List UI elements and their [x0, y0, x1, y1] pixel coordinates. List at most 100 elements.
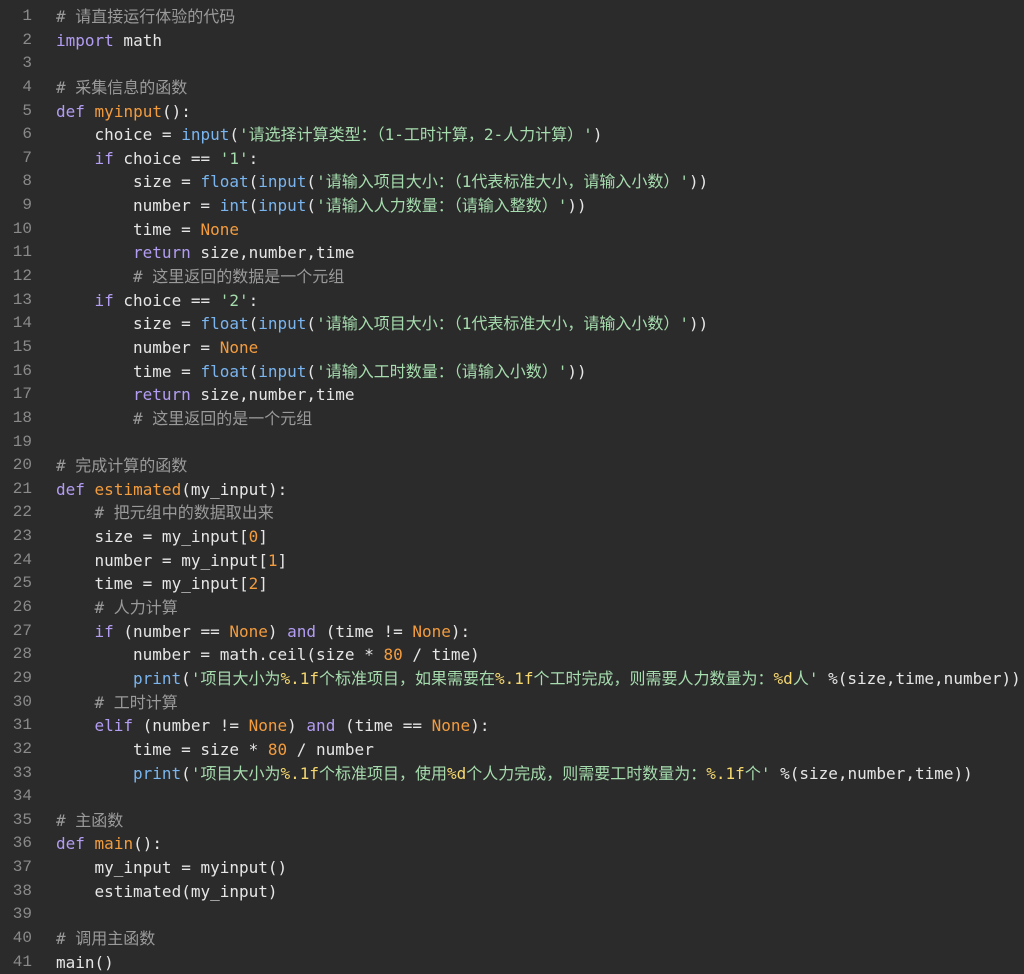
code-token: (time ==	[335, 716, 432, 736]
code-line[interactable]: 22 # 把元组中的数据取出来	[0, 501, 1024, 525]
code-token: None	[412, 621, 451, 641]
code-line[interactable]: 36 def main():	[0, 832, 1024, 856]
code-text: time = size * 80 / number	[133, 738, 374, 762]
code-line[interactable]: 13 if choice == '2':	[0, 289, 1024, 313]
code-text: main()	[56, 951, 114, 974]
code-token: / number	[287, 739, 374, 759]
code-line[interactable]: 39	[0, 903, 1024, 927]
code-line[interactable]: 12 # 这里返回的数据是一个元组	[0, 265, 1024, 289]
code-token: ]	[258, 527, 268, 547]
code-token: float	[200, 172, 249, 192]
code-token: if	[94, 148, 114, 168]
code-text: return size,number,time	[133, 383, 355, 407]
code-text: return size,number,time	[133, 241, 355, 265]
code-token: 80	[383, 645, 403, 665]
code-token: 个标准项目，如果需要在	[318, 668, 495, 688]
code-line[interactable]: 19	[0, 431, 1024, 455]
line-number: 17	[12, 385, 32, 404]
code-line[interactable]: 7 if choice == '1':	[0, 147, 1024, 171]
code-line[interactable]: 35 # 主函数	[0, 809, 1024, 833]
code-line[interactable]: 10 time = None	[0, 218, 1024, 242]
code-token: (	[181, 763, 191, 783]
code-token: (	[248, 361, 259, 381]
code-token: choice ==	[113, 290, 220, 310]
code-line[interactable]: 3	[0, 52, 1024, 76]
code-token: (number ==	[113, 621, 230, 641]
code-line[interactable]: 27 if (number == None) and (time != None)…	[0, 620, 1024, 644]
code-token: and	[287, 621, 317, 641]
code-line[interactable]: 37 my_input = myinput()	[0, 856, 1024, 880]
code-line[interactable]: 9 number = int(input('请输入人力数量：（请输入整数）'))	[0, 194, 1024, 218]
code-token: # 主函数	[56, 810, 124, 830]
code-token: number = my_input[	[94, 550, 268, 570]
code-token: (time !=	[316, 621, 413, 641]
code-token: time = size *	[133, 739, 268, 759]
code-token: None	[200, 219, 239, 239]
code-line[interactable]: 40 # 调用主函数	[0, 927, 1024, 951]
code-line[interactable]: 32 time = size * 80 / number	[0, 738, 1024, 762]
line-number: 28	[12, 645, 32, 664]
code-line[interactable]: 4 # 采集信息的函数	[0, 76, 1024, 100]
code-line[interactable]: 23 size = my_input[0]	[0, 525, 1024, 549]
code-line[interactable]: 29 print('项目大小为%.1f个标准项目，如果需要在%.1f个工时完成，则…	[0, 667, 1024, 691]
line-number: 11	[12, 243, 32, 262]
line-number: 8	[22, 172, 32, 191]
line-number: 38	[12, 881, 32, 900]
code-line[interactable]: 25 time = my_input[2]	[0, 572, 1024, 596]
code-token: float	[200, 314, 249, 334]
line-number: 20	[12, 456, 32, 475]
code-line[interactable]: 2 import math	[0, 29, 1024, 53]
line-number: 7	[22, 148, 32, 167]
code-line[interactable]: 15 number = None	[0, 336, 1024, 360]
line-number: 36	[12, 834, 32, 853]
code-line[interactable]: 38 estimated(my_input)	[0, 880, 1024, 904]
code-line[interactable]: 34	[0, 785, 1024, 809]
code-token: print	[133, 668, 182, 688]
code-line[interactable]: 31 elif (number != None) and (time == Non…	[0, 714, 1024, 738]
code-token: )	[592, 125, 603, 145]
code-line[interactable]: 11 return size,number,time	[0, 241, 1024, 265]
code-line[interactable]: 33 print('项目大小为%.1f个标准项目，使用%d个人力完成，则需要工时数…	[0, 762, 1024, 786]
code-token: # 工时计算	[94, 692, 178, 712]
code-token: ():	[161, 101, 191, 121]
code-token: %.1f	[495, 668, 534, 688]
line-number: 37	[12, 858, 32, 877]
code-line[interactable]: 17 return size,number,time	[0, 383, 1024, 407]
code-text: time = None	[133, 218, 239, 242]
code-token: (my_input):	[181, 479, 288, 499]
line-number: 32	[12, 739, 32, 758]
code-text: print('项目大小为%.1f个标准项目，如果需要在%.1f个工时完成，则需要…	[133, 667, 1021, 691]
line-number: 16	[12, 361, 32, 380]
code-line[interactable]: 30 # 工时计算	[0, 691, 1024, 715]
line-number: 3	[22, 54, 32, 73]
code-token: None	[219, 337, 259, 357]
code-token: ):	[450, 621, 471, 641]
code-text: size = float(input('请输入项目大小：（1代表标准大小，请输入…	[133, 312, 708, 336]
code-token: time =	[133, 219, 201, 239]
code-line[interactable]: 16 time = float(input('请输入工时数量：（请输入小数）'))	[0, 360, 1024, 384]
code-token: ]	[258, 574, 268, 594]
code-line[interactable]: 28 number = math.ceil(size * 80 / time)	[0, 643, 1024, 667]
code-text: number = my_input[1]	[95, 549, 288, 573]
code-token: input	[258, 172, 307, 192]
code-line[interactable]: 8 size = float(input('请输入项目大小：（1代表标准大小，请输…	[0, 170, 1024, 194]
code-line[interactable]: 18 # 这里返回的是一个元组	[0, 407, 1024, 431]
code-token: 个人力完成，则需要工时数量为：	[466, 763, 707, 783]
code-line[interactable]: 5 def myinput():	[0, 100, 1024, 124]
code-line[interactable]: 6 choice = input('请选择计算类型：（1-工时计算，2-人力计算）…	[0, 123, 1024, 147]
code-token: (	[248, 196, 259, 216]
code-line[interactable]: 20 # 完成计算的函数	[0, 454, 1024, 478]
code-token: %(size,number,time))	[770, 763, 973, 783]
code-line[interactable]: 1 # 请直接运行体验的代码	[0, 5, 1024, 29]
code-line[interactable]: 41 main()	[0, 951, 1024, 974]
code-text: # 请直接运行体验的代码	[56, 5, 235, 29]
line-number: 6	[22, 125, 32, 144]
code-line[interactable]: 21 def estimated(my_input):	[0, 478, 1024, 502]
code-line[interactable]: 14 size = float(input('请输入项目大小：（1代表标准大小，请…	[0, 312, 1024, 336]
code-token: # 采集信息的函数	[56, 77, 188, 97]
code-line[interactable]: 26 # 人力计算	[0, 596, 1024, 620]
code-line[interactable]: 24 number = my_input[1]	[0, 549, 1024, 573]
code-token: :	[248, 290, 259, 310]
code-text: def main():	[56, 832, 162, 856]
code-editor[interactable]: 1 # 请直接运行体验的代码 2 import math 3 4 # 采集信息的函数 5 def…	[0, 5, 1024, 973]
